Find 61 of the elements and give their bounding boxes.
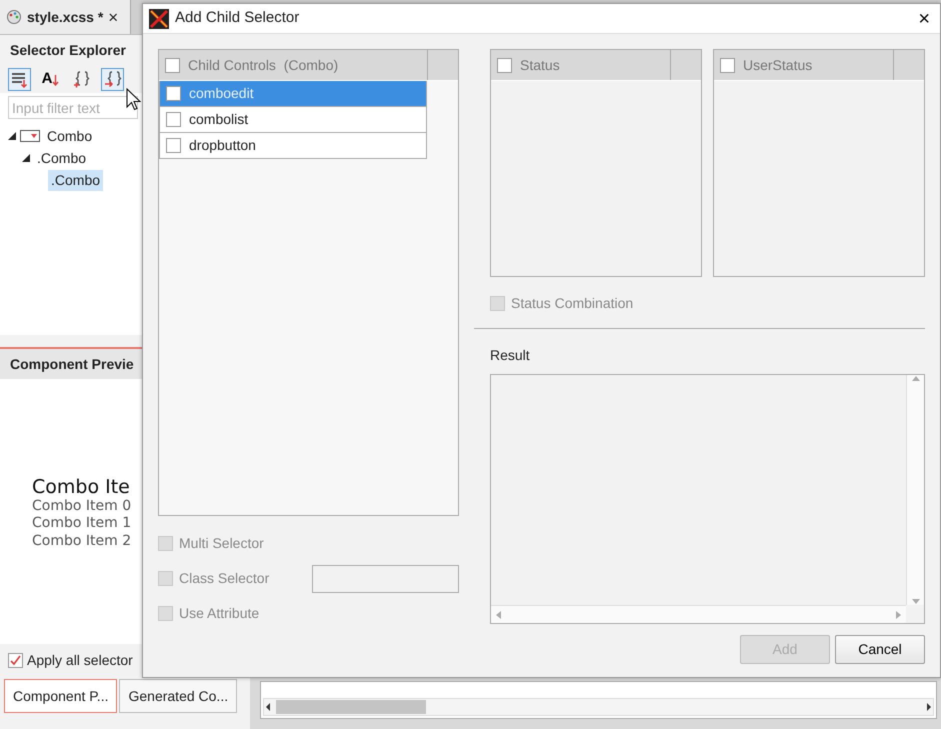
scroll-thumb[interactable] (276, 700, 426, 714)
combo-item: Combo Item 0 (32, 498, 132, 516)
vertical-scrollbar[interactable] (906, 375, 924, 605)
filter-field[interactable]: Input filter text (8, 96, 138, 119)
combo-item: Combo Item 1 (32, 515, 132, 533)
down-arrow-icon[interactable] (912, 599, 920, 605)
combo-preview-text: Combo Ite (32, 477, 130, 498)
tree-item[interactable]: .Combo (48, 170, 104, 190)
checkbox[interactable] (720, 58, 735, 72)
editor-tab[interactable]: style.xcss * × (0, 0, 131, 34)
checkbox-label: Use Attribute (179, 604, 260, 623)
section-label: Result (489, 346, 531, 365)
sort-button[interactable]: A (39, 68, 62, 91)
layers-icon (10, 70, 29, 89)
expanded-triangle-icon[interactable] (22, 154, 30, 162)
combo-icon (20, 130, 40, 142)
right-arrow-icon[interactable] (925, 702, 933, 712)
panel-tab[interactable]: Component P... (4, 679, 118, 713)
cancel-button[interactable]: Cancel (835, 635, 925, 664)
checkbox[interactable] (166, 112, 181, 127)
checkbox-label: Class Selector (179, 569, 270, 588)
input-field[interactable] (312, 564, 459, 592)
toolbar-button[interactable] (8, 68, 31, 91)
braces-icon (103, 70, 122, 89)
left-arrow-icon[interactable] (264, 702, 272, 712)
header-filler (671, 50, 701, 80)
item-label: comboedit (189, 84, 254, 103)
checkbox[interactable] (165, 58, 180, 72)
item-label: combolist (189, 110, 248, 129)
palette-icon (6, 9, 22, 25)
dialog-title: Add Child Selector (175, 8, 300, 28)
tree-item[interactable]: Combo (44, 126, 96, 146)
toolbar-button[interactable] (101, 68, 124, 91)
header-label: Status (520, 56, 560, 74)
header-label: UserStatus (743, 56, 812, 74)
panel-tab[interactable]: Generated Co... (119, 679, 238, 713)
checkbox[interactable] (166, 86, 181, 101)
header-filler (428, 50, 458, 80)
up-arrow-icon[interactable] (912, 375, 920, 381)
checkbox-label: Multi Selector (179, 534, 265, 553)
header-filler (894, 50, 924, 80)
close-icon[interactable]: × (108, 8, 118, 26)
tab-title: style.xcss * (27, 8, 104, 27)
item-label: dropbutton (189, 136, 256, 155)
checkbox-label: Status Combination (511, 294, 634, 313)
close-button[interactable]: × (914, 8, 934, 28)
checkbox[interactable] (166, 138, 181, 153)
checkbox[interactable] (8, 653, 23, 668)
down-arrow-icon (52, 74, 60, 86)
list-item[interactable]: combolist (159, 107, 427, 133)
combo-item: Combo Item 2 (32, 532, 132, 550)
list-item[interactable]: dropbutton (159, 133, 427, 159)
app-logo-icon (149, 8, 169, 28)
braces-icon (72, 70, 91, 89)
tree-item[interactable]: .Combo (34, 148, 90, 168)
panel-title: Component Previe (0, 349, 142, 379)
checkbox[interactable] (497, 58, 512, 72)
checkbox-label: Apply all selector (27, 651, 133, 670)
expanded-triangle-icon[interactable] (8, 132, 16, 140)
mouse-cursor-icon (126, 88, 142, 112)
horizontal-scrollbar[interactable] (263, 698, 934, 716)
